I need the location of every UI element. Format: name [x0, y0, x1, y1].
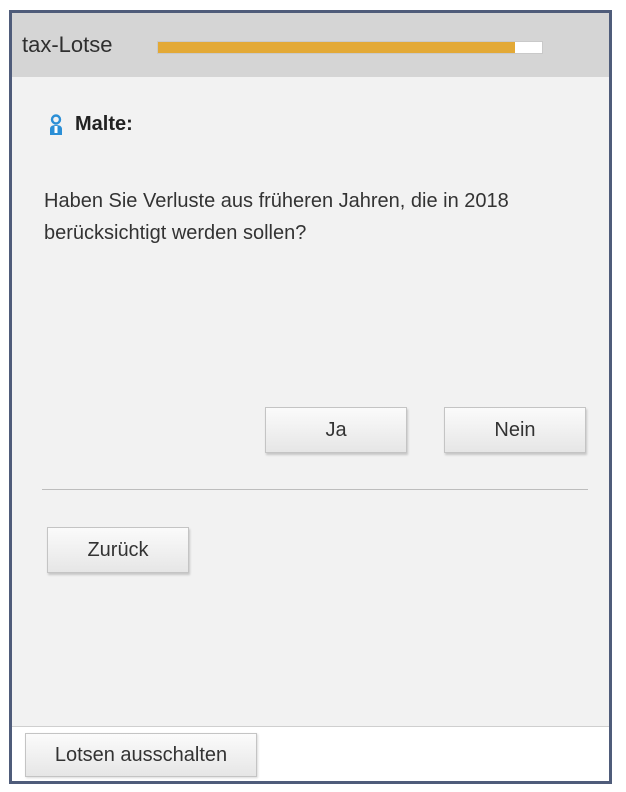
footer: Lotsen ausschalten	[12, 726, 609, 781]
speaker-name: Malte:	[75, 113, 133, 135]
question-text: Haben Sie Verluste aus früheren Jahren, …	[44, 190, 509, 244]
speaker: Malte:	[49, 113, 133, 136]
person-icon	[49, 113, 63, 136]
yes-button[interactable]: Ja	[265, 407, 407, 453]
app-title: tax-Lotse	[22, 32, 113, 57]
title-bar: tax-Lotse	[12, 13, 609, 77]
back-button[interactable]: Zurück	[47, 527, 189, 573]
tax-lotse-window: tax-Lotse Malte: Haben Sie Verluste aus …	[9, 10, 612, 784]
progress-bar	[157, 41, 543, 54]
progress-fill	[158, 42, 516, 53]
turn-off-guide-button[interactable]: Lotsen ausschalten	[25, 733, 257, 777]
no-button[interactable]: Nein	[444, 407, 586, 453]
divider	[42, 489, 588, 490]
